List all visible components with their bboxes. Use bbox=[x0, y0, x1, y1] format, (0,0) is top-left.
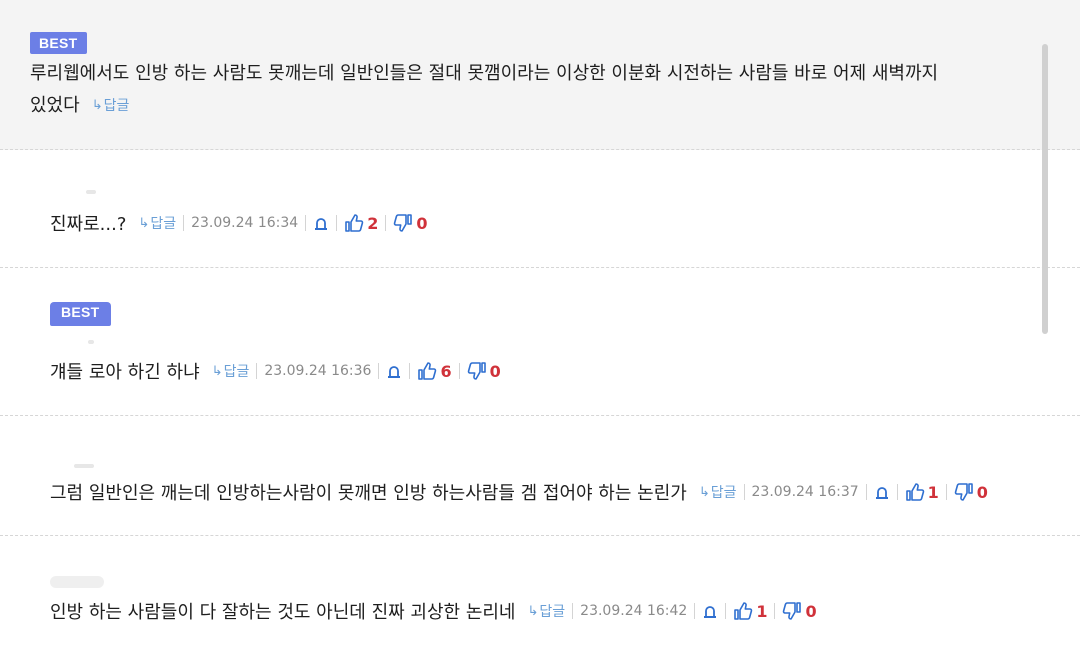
comment-text: 루리웹에서도 인방 하는 사람도 못깨는데 일반인들은 절대 못깸이라는 이상한… bbox=[30, 58, 1020, 122]
divider bbox=[183, 215, 185, 231]
reply-arrow-icon: ↳ bbox=[527, 603, 539, 619]
comment: 진짜로...? ↳ 답글 23.09.24 16:34 2 0 bbox=[0, 150, 1080, 268]
dislike-button[interactable]: 0 bbox=[393, 213, 428, 233]
best-comment: BEST 루리웹에서도 인방 하는 사람도 못깨는데 일반인들은 절대 못깸이라… bbox=[0, 0, 1080, 150]
comment: 그럼 일반인은 깨는데 인방하는사람이 못깨면 인방 하는사람들 겜 접어야 하… bbox=[0, 416, 1080, 536]
comment-date: 23.09.24 16:36 bbox=[264, 363, 372, 379]
like-button[interactable]: 1 bbox=[733, 601, 767, 621]
reply-button[interactable]: ↳ 답글 bbox=[92, 90, 130, 122]
reply-button[interactable]: ↳ 답글 bbox=[212, 361, 250, 381]
dislike-button[interactable]: 0 bbox=[467, 361, 501, 381]
like-count: 6 bbox=[440, 361, 452, 381]
thumbs-down-icon bbox=[954, 482, 974, 502]
comment-row: 걔들 로아 하긴 하냐 ↳ 답글 23.09.24 16:36 6 0 bbox=[50, 358, 501, 384]
siren-icon[interactable] bbox=[313, 215, 329, 231]
thumbs-down-icon bbox=[393, 213, 413, 233]
nickname-placeholder bbox=[86, 190, 96, 194]
comment-text: 걔들 로아 하긴 하냐 bbox=[50, 362, 200, 383]
dislike-count: 0 bbox=[805, 601, 817, 621]
comment-text: 인방 하는 사람들이 다 잘하는 것도 아닌데 진짜 괴상한 논리네 bbox=[50, 602, 516, 623]
reply-label: 답글 bbox=[103, 98, 130, 114]
reply-label: 답글 bbox=[539, 604, 566, 620]
comment-row: 인방 하는 사람들이 다 잘하는 것도 아닌데 진짜 괴상한 논리네 ↳ 답글 … bbox=[50, 598, 817, 624]
reply-button[interactable]: ↳ 답글 bbox=[138, 213, 176, 233]
comment-text-line: 루리웹에서도 인방 하는 사람도 못깨는데 일반인들은 절대 못깸이라는 이상한… bbox=[30, 63, 939, 84]
comment-date: 23.09.24 16:42 bbox=[580, 603, 688, 619]
divider bbox=[385, 215, 387, 231]
comment-date: 23.09.24 16:34 bbox=[191, 215, 299, 231]
reply-arrow-icon: ↳ bbox=[211, 363, 223, 379]
thumbs-down-icon bbox=[467, 361, 487, 381]
thumbs-down-icon bbox=[782, 601, 802, 621]
divider bbox=[378, 363, 380, 379]
reply-label: 답글 bbox=[223, 364, 250, 380]
divider bbox=[725, 603, 727, 619]
siren-icon[interactable] bbox=[874, 484, 890, 500]
divider bbox=[743, 484, 745, 500]
divider bbox=[896, 484, 898, 500]
divider bbox=[865, 484, 867, 500]
reply-label: 답글 bbox=[710, 485, 737, 501]
divider bbox=[572, 603, 574, 619]
reply-arrow-icon: ↳ bbox=[91, 98, 103, 113]
dislike-count: 0 bbox=[489, 361, 501, 381]
reply-label: 답글 bbox=[150, 216, 177, 232]
divider bbox=[305, 215, 307, 231]
comment-row: 그럼 일반인은 깨는데 인방하는사람이 못깨면 인방 하는사람들 겜 접어야 하… bbox=[50, 479, 988, 505]
divider bbox=[774, 603, 776, 619]
divider bbox=[694, 603, 696, 619]
dislike-count: 0 bbox=[416, 213, 428, 233]
like-count: 2 bbox=[367, 213, 379, 233]
dislike-count: 0 bbox=[976, 482, 988, 502]
reply-button[interactable]: ↳ 답글 bbox=[699, 482, 737, 502]
siren-icon[interactable] bbox=[386, 363, 402, 379]
divider bbox=[409, 363, 411, 379]
scrollbar[interactable] bbox=[1040, 40, 1050, 336]
like-button[interactable]: 1 bbox=[905, 482, 939, 502]
thumbs-up-icon bbox=[344, 213, 364, 233]
dislike-button[interactable]: 0 bbox=[782, 601, 817, 621]
nickname-placeholder bbox=[50, 576, 104, 588]
comment: BEST 걔들 로아 하긴 하냐 ↳ 답글 23.09.24 16:36 6 0 bbox=[0, 268, 1080, 416]
thumbs-up-icon bbox=[417, 361, 437, 381]
reply-button[interactable]: ↳ 답글 bbox=[528, 601, 566, 621]
like-button[interactable]: 6 bbox=[417, 361, 452, 381]
best-badge: BEST bbox=[50, 302, 111, 326]
divider bbox=[256, 363, 258, 379]
siren-icon[interactable] bbox=[702, 603, 718, 619]
comment-row: 진짜로...? ↳ 답글 23.09.24 16:34 2 0 bbox=[50, 210, 428, 236]
reply-arrow-icon: ↳ bbox=[698, 484, 710, 500]
comment: 인방 하는 사람들이 다 잘하는 것도 아닌데 진짜 괴상한 논리네 ↳ 답글 … bbox=[0, 536, 1080, 656]
scrollbar-thumb[interactable] bbox=[1042, 44, 1048, 334]
thumbs-up-icon bbox=[733, 601, 753, 621]
nickname-placeholder bbox=[74, 464, 94, 468]
divider bbox=[336, 215, 338, 231]
comment-text: 진짜로...? bbox=[50, 214, 127, 235]
divider bbox=[458, 363, 460, 379]
reply-arrow-icon: ↳ bbox=[138, 215, 150, 231]
like-count: 1 bbox=[756, 601, 768, 621]
best-badge: BEST bbox=[30, 32, 87, 54]
thumbs-up-icon bbox=[905, 482, 925, 502]
like-count: 1 bbox=[927, 482, 939, 502]
comment-text: 그럼 일반인은 깨는데 인방하는사람이 못깨면 인방 하는사람들 겜 접어야 하… bbox=[50, 483, 687, 504]
dislike-button[interactable]: 0 bbox=[954, 482, 988, 502]
divider bbox=[945, 484, 947, 500]
nickname-placeholder bbox=[88, 340, 94, 344]
comment-text-line: 있었다 bbox=[30, 95, 80, 116]
like-button[interactable]: 2 bbox=[344, 213, 378, 233]
comment-date: 23.09.24 16:37 bbox=[751, 484, 859, 500]
